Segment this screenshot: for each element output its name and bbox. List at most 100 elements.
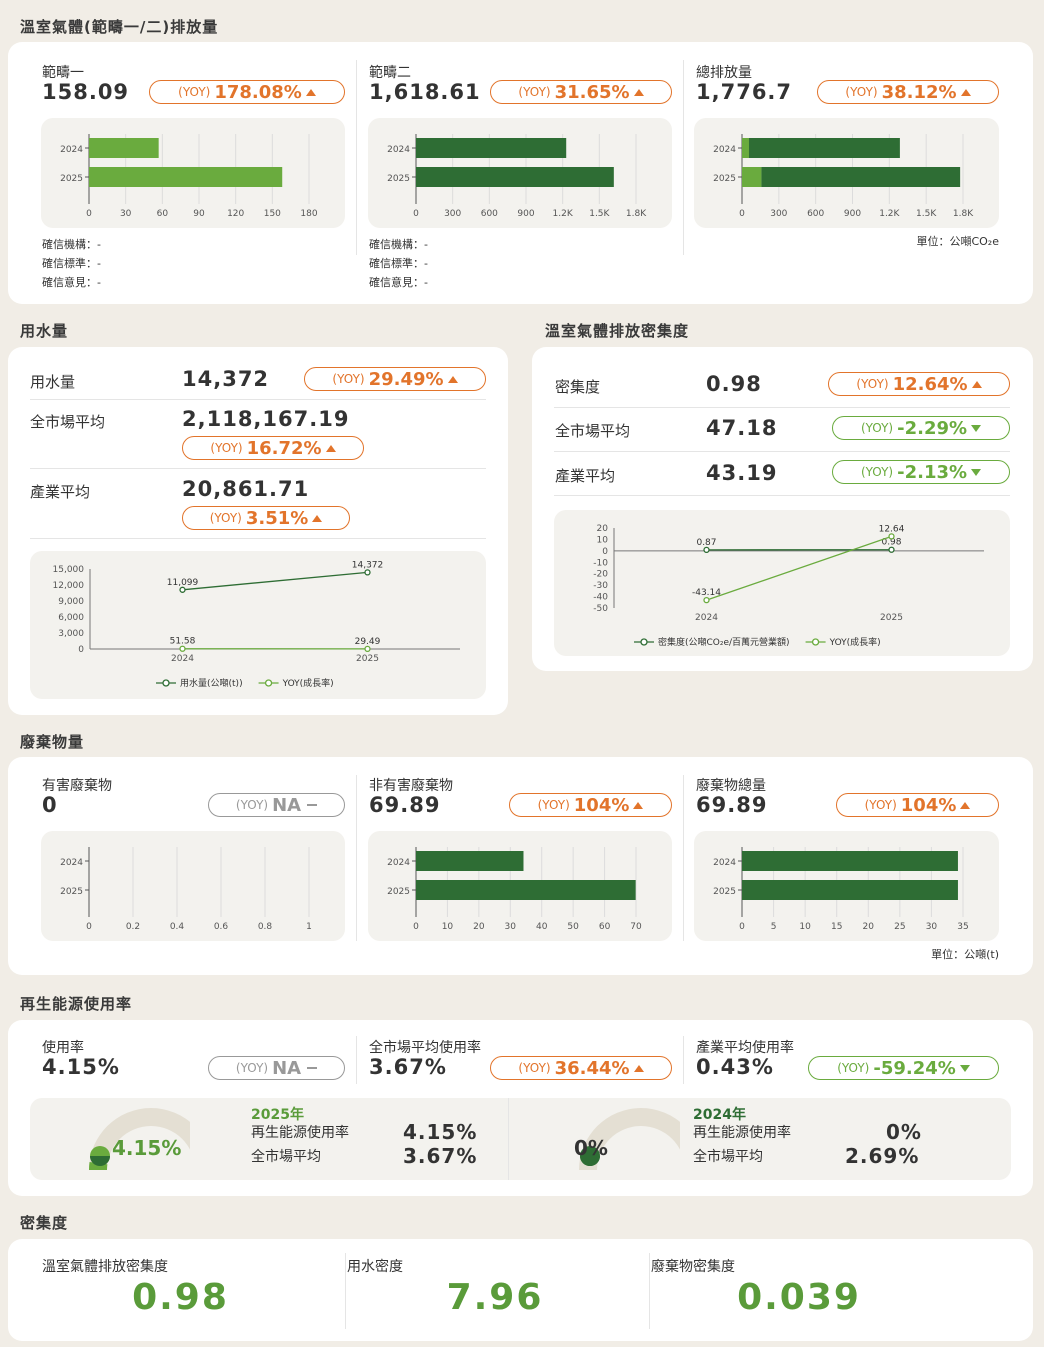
x-tick-label: 50 (567, 922, 579, 932)
intensity-card: 密集度 0.98 (YOY) 12.64% 全市場平均 47.18 (YOY) -2… (532, 347, 1033, 671)
hazardous-waste-label: 有害廢棄物 (42, 778, 112, 794)
hazardous-waste-bar-chart: 0 0.2 0.4 0.6 0.8 1 2024 2025 (41, 831, 345, 941)
scope1-bar-chart: 0 30 60 90 120 150 180 2024 2025 (41, 118, 345, 228)
x-tick-label: 20 (863, 922, 875, 932)
scope1-value: 158.09 (42, 80, 130, 104)
scope2-yoy-badge: (YOY) 31.65% (490, 80, 672, 104)
data-point (888, 546, 895, 553)
dash-icon (307, 1067, 318, 1069)
legend-label: 密集度(公噸CO₂e/百萬元營業額) (658, 636, 790, 648)
ghg-card: 範疇一 158.09 (YOY) 178.08% 0 30 60 90 120 150 180… (8, 42, 1033, 304)
bar (89, 167, 283, 187)
x-tick-label: 150 (264, 209, 281, 219)
x-tick-label: 2025 (356, 654, 379, 664)
renew-2025-gauge-value: 4.15% (112, 1136, 182, 1160)
renew-2024-year: 2024年 (693, 1107, 746, 1123)
intensity-value: 0.98 (706, 372, 762, 396)
dash-icon (307, 804, 318, 806)
legend-marker (264, 679, 273, 687)
x-tick-label: 35 (957, 922, 968, 932)
data-label: 0.87 (696, 538, 716, 548)
bar (742, 851, 958, 871)
intensity-section-title: 溫室氣體排放密集度 (545, 322, 690, 340)
x-tick-label: 30 (505, 922, 517, 932)
intensity-market-avg-value: 47.18 (706, 416, 778, 440)
total-stacked-bar-chart: 0 300 600 900 1.2K 1.5K 1.8K 2024 2025 (694, 118, 999, 228)
y-tick-label: 3,000 (58, 629, 84, 639)
data-label: 29.49 (355, 637, 381, 647)
bar (416, 138, 567, 158)
x-tick-label: 15 (831, 922, 842, 932)
intensity-market-avg-label: 全市場平均 (555, 422, 631, 440)
y-tick-label: 2025 (387, 174, 410, 184)
bar-scope2 (748, 138, 900, 158)
x-tick-label: 0.4 (170, 922, 185, 932)
intensity-industry-avg-value: 43.19 (706, 461, 778, 485)
x-tick-label: 1.2K (553, 209, 574, 219)
x-tick-label: 1.5K (916, 209, 937, 219)
x-tick-label: 1.5K (589, 209, 610, 219)
water-section-title: 用水量 (20, 322, 69, 340)
x-tick-label: 2024 (695, 613, 718, 623)
data-label: 11,099 (167, 578, 199, 588)
waste-density-label: 廢棄物密集度 (651, 1259, 735, 1275)
water-card: 用水量 14,372 (YOY) 29.49% 全市場平均 2,118,167.1… (8, 347, 508, 715)
ghg-unit: 單位：公噸CO₂e (916, 235, 999, 248)
arrow-up-icon (971, 380, 982, 388)
x-tick-label: 30 (926, 922, 938, 932)
intensity-label: 密集度 (555, 378, 601, 396)
y-tick-label: -40 (593, 593, 608, 603)
arrow-up-icon (312, 514, 323, 522)
intensity-industry-avg-yoy-badge: (YOY) -2.13% (832, 460, 1010, 484)
hazardous-waste-yoy-badge: (YOY) NA (208, 793, 345, 817)
intensity-yoy-badge: (YOY) 12.64% (828, 372, 1010, 396)
y-tick-label: 6,000 (58, 613, 84, 623)
bar (416, 880, 636, 900)
water-density-label: 用水密度 (347, 1259, 403, 1275)
x-tick-label: 10 (799, 922, 811, 932)
x-tick-label: 5 (771, 922, 777, 932)
y-tick-label: 2024 (60, 858, 83, 868)
arrow-up-icon (305, 88, 316, 96)
non-hazardous-waste-bar-chart: 0 10 20 30 40 50 60 70 2024 2025 (368, 831, 672, 941)
total-waste-yoy-badge: (YOY) 104% (836, 793, 999, 817)
bar-scope1 (742, 138, 749, 158)
scope1-verify-org: 確信機構：- (42, 238, 101, 251)
y-tick-label: -10 (593, 558, 608, 568)
waste-section-title: 廢棄物量 (20, 733, 85, 751)
scope2-verify-org: 確信機構：- (369, 238, 428, 251)
x-tick-label: 0.8 (258, 922, 273, 932)
water-usage-yoy-badge: (YOY) 29.49% (304, 367, 486, 391)
x-tick-label: 30 (120, 209, 132, 219)
arrow-up-icon (325, 444, 336, 452)
water-line-chart: 15,000 12,000 9,000 6,000 3,000 0 2024 2025 11,0… (30, 551, 486, 699)
y-tick-label: 2025 (713, 887, 736, 897)
x-tick-label: 0.2 (126, 922, 140, 932)
arrow-up-icon (633, 1064, 644, 1072)
renew-2025-rate-label: 再生能源使用率 (251, 1125, 349, 1141)
arrow-up-icon (633, 88, 644, 96)
data-point (703, 546, 710, 554)
x-tick-label: 60 (599, 922, 611, 932)
total-waste-bar-chart: 0 5 10 15 20 25 30 35 2024 2025 (694, 831, 999, 941)
x-tick-label: 10 (442, 922, 454, 932)
data-label: 14,372 (352, 560, 384, 570)
x-tick-label: 0 (86, 209, 92, 219)
x-tick-label: 90 (193, 209, 205, 219)
water-usage-label: 用水量 (30, 373, 76, 391)
y-tick-label: 2025 (60, 174, 83, 184)
series-line (182, 571, 368, 591)
bar (416, 851, 524, 871)
x-tick-label: 0 (739, 209, 745, 219)
scope1-yoy-badge: (YOY) 178.08% (149, 80, 345, 104)
renew-2025-rate-value: 4.15% (403, 1120, 478, 1144)
scope1-label: 範疇一 (42, 65, 84, 81)
x-tick-label: 300 (444, 209, 461, 219)
arrow-up-icon (633, 801, 644, 809)
non-hazardous-waste-value: 69.89 (369, 793, 441, 817)
legend-marker (162, 679, 170, 687)
y-tick-label: -30 (593, 581, 608, 591)
total-value: 1,776.7 (696, 80, 793, 104)
y-tick-label: 12,000 (53, 581, 85, 591)
x-tick-label: 1.8K (626, 209, 647, 219)
